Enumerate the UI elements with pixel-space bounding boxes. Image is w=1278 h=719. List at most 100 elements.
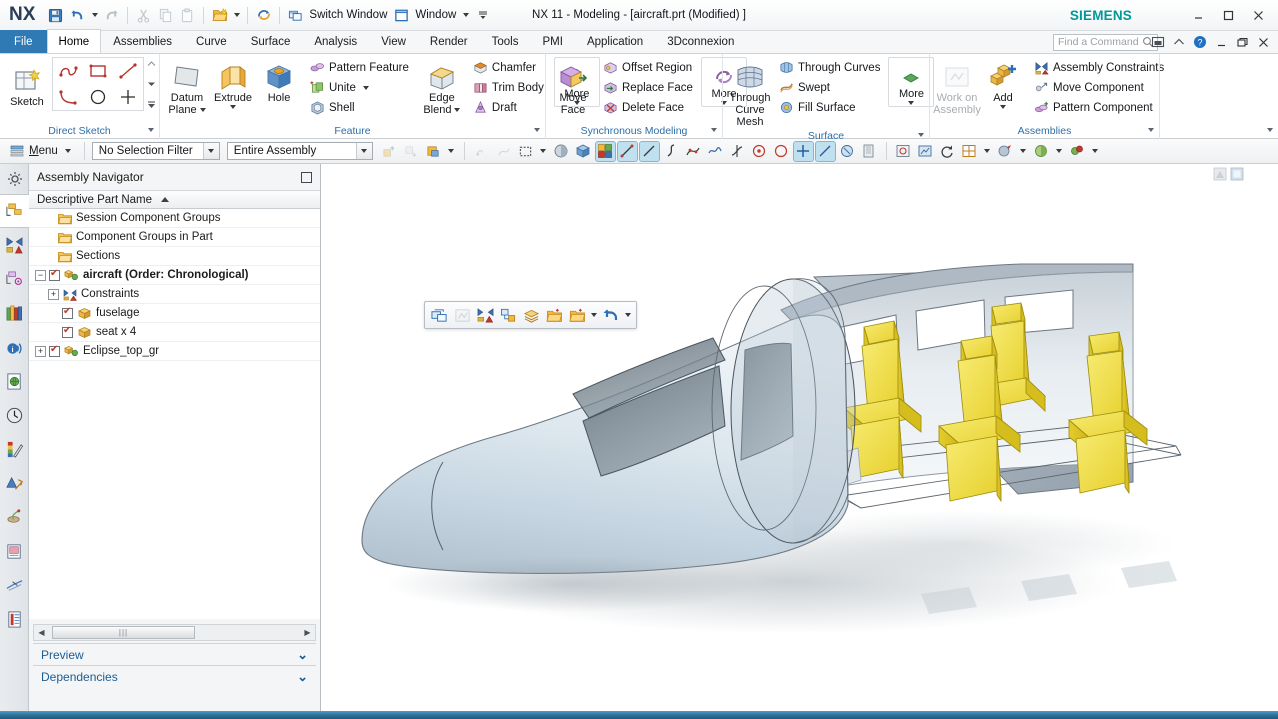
surface-more-button[interactable]: More: [888, 57, 934, 107]
unite-dropdown-icon[interactable]: [363, 86, 369, 90]
preview-section[interactable]: Preview ⌄: [33, 643, 316, 665]
chevron-down-icon[interactable]: ⌄: [297, 647, 308, 663]
show-hide-icon[interactable]: [1068, 142, 1087, 161]
pin-panel-button[interactable]: [301, 172, 312, 183]
tab-pmi[interactable]: PMI: [530, 30, 574, 53]
tab-analysis[interactable]: Analysis: [302, 30, 369, 53]
roles-icon[interactable]: [0, 534, 29, 568]
datum-plane-button[interactable]: Datum Plane: [164, 57, 210, 117]
process-studio-icon[interactable]: [0, 568, 29, 602]
delete-face-button[interactable]: Delete Face: [599, 98, 697, 117]
rectangle-icon[interactable]: [83, 58, 113, 84]
open-part-dropdown-icon[interactable]: [589, 304, 599, 326]
table-row[interactable]: Session Component Groups: [29, 209, 320, 228]
view-layout-dropdown-icon[interactable]: [982, 142, 993, 161]
select-wave-icon[interactable]: [706, 142, 725, 161]
history-icon[interactable]: [0, 398, 29, 432]
table-row[interactable]: Sections: [29, 247, 320, 266]
undo-icon[interactable]: [67, 5, 88, 26]
window-dropdown-icon[interactable]: [460, 5, 471, 26]
unite-button[interactable]: Unite: [306, 78, 413, 97]
table-row[interactable]: fuselage: [29, 304, 320, 323]
show-hide-dropdown-icon[interactable]: [1090, 142, 1101, 161]
rotate-view-icon[interactable]: [938, 142, 957, 161]
tab-view[interactable]: View: [369, 30, 418, 53]
line-icon[interactable]: [113, 58, 143, 84]
selection-scope-dropdown-icon[interactable]: [356, 143, 372, 159]
row-checkbox[interactable]: [62, 327, 73, 338]
restore-doc-icon[interactable]: [1233, 33, 1251, 51]
zoom-window-icon[interactable]: [916, 142, 935, 161]
reuse-library-icon[interactable]: [0, 296, 29, 330]
hd3d-tools-icon[interactable]: i: [0, 330, 29, 364]
cut-icon[interactable]: [133, 5, 154, 26]
select-face-icon[interactable]: [424, 142, 443, 161]
constraint-navigator-icon[interactable]: [0, 228, 29, 262]
tab-curve[interactable]: Curve: [184, 30, 239, 53]
scrollbar-thumb[interactable]: |||: [52, 626, 195, 639]
table-row[interactable]: + Eclipse_top_gr: [29, 342, 320, 361]
close-button[interactable]: [1244, 5, 1272, 27]
move-component-button[interactable]: Move Component: [1030, 78, 1168, 97]
assembly-float-toolbar[interactable]: [424, 301, 637, 329]
assembly-constraints-button[interactable]: Assembly Constraints: [1030, 58, 1168, 77]
tab-render[interactable]: Render: [418, 30, 480, 53]
surface-dialog-launcher[interactable]: [918, 133, 924, 137]
ribbon-display-icon[interactable]: [1149, 33, 1167, 51]
scroll-left-icon[interactable]: ◀: [34, 625, 49, 640]
table-row[interactable]: − aircraft (Order: Chronological): [29, 266, 320, 285]
fill-surface-button[interactable]: Fill Surface: [775, 98, 884, 117]
feature-dialog-launcher[interactable]: [534, 128, 540, 132]
qat-overflow-icon[interactable]: [472, 5, 493, 26]
chamfer-button[interactable]: Chamfer: [469, 58, 548, 77]
offset-region-button[interactable]: Offset Region: [599, 58, 697, 77]
expand-node-icon[interactable]: +: [48, 289, 59, 300]
open-recent-icon[interactable]: [209, 5, 230, 26]
paste-icon[interactable]: [177, 5, 198, 26]
assemblies-dialog-launcher[interactable]: [1148, 128, 1154, 132]
arc-icon[interactable]: [53, 84, 83, 110]
select-curve-points-icon[interactable]: [684, 142, 703, 161]
scroll-right-icon[interactable]: ▶: [300, 625, 315, 640]
through-curve-mesh-button[interactable]: ThroughCurve Mesh: [727, 57, 773, 129]
navigator-column-header[interactable]: Descriptive Part Name: [29, 190, 320, 209]
table-row[interactable]: seat x 4: [29, 323, 320, 342]
save-icon[interactable]: [45, 5, 66, 26]
minimize-doc-icon[interactable]: [1212, 33, 1230, 51]
shaded-view-icon[interactable]: [552, 142, 571, 161]
gallery-down-icon[interactable]: [145, 80, 158, 89]
select-arc-center-icon[interactable]: [750, 142, 769, 161]
aircraft-model[interactable]: [321, 164, 1278, 711]
replace-face-button[interactable]: Replace Face: [599, 78, 697, 97]
view-layout-icon[interactable]: [960, 142, 979, 161]
sort-ascending-icon[interactable]: [161, 197, 169, 202]
tab-assemblies[interactable]: Assemblies: [101, 30, 184, 53]
point-icon[interactable]: [113, 84, 143, 110]
system-scenes-icon[interactable]: [0, 466, 29, 500]
system-visual-icon[interactable]: [0, 500, 29, 534]
close-doc-icon[interactable]: [1254, 33, 1272, 51]
assembly-view-icon[interactable]: [428, 304, 450, 326]
trim-body-button[interactable]: Trim Body: [469, 78, 548, 97]
select-all-types-icon[interactable]: [596, 142, 615, 161]
select-edge-icon[interactable]: [618, 142, 637, 161]
select-tangent-icon[interactable]: [728, 142, 747, 161]
select-spline-icon[interactable]: [662, 142, 681, 161]
tab-surface[interactable]: Surface: [239, 30, 303, 53]
add-dropdown-icon[interactable]: [1000, 105, 1006, 109]
open-part-alt-icon[interactable]: [566, 304, 588, 326]
select-face-point-icon[interactable]: [838, 142, 857, 161]
component-icon[interactable]: [497, 304, 519, 326]
open-part-icon[interactable]: [543, 304, 565, 326]
select-sheet-icon[interactable]: [860, 142, 879, 161]
chevron-down-icon[interactable]: ⌄: [297, 669, 308, 685]
select-point-icon[interactable]: [794, 142, 813, 161]
table-row[interactable]: Component Groups in Part: [29, 228, 320, 247]
collapse-ribbon-icon[interactable]: [1170, 33, 1188, 51]
graphics-viewport[interactable]: [321, 164, 1278, 711]
switch-window-label[interactable]: Switch Window: [309, 9, 387, 21]
add-component-button[interactable]: Add: [980, 57, 1026, 110]
open-dropdown-icon[interactable]: [231, 5, 242, 26]
shell-button[interactable]: Shell: [306, 98, 413, 117]
window-menu-label[interactable]: Window: [415, 9, 456, 21]
